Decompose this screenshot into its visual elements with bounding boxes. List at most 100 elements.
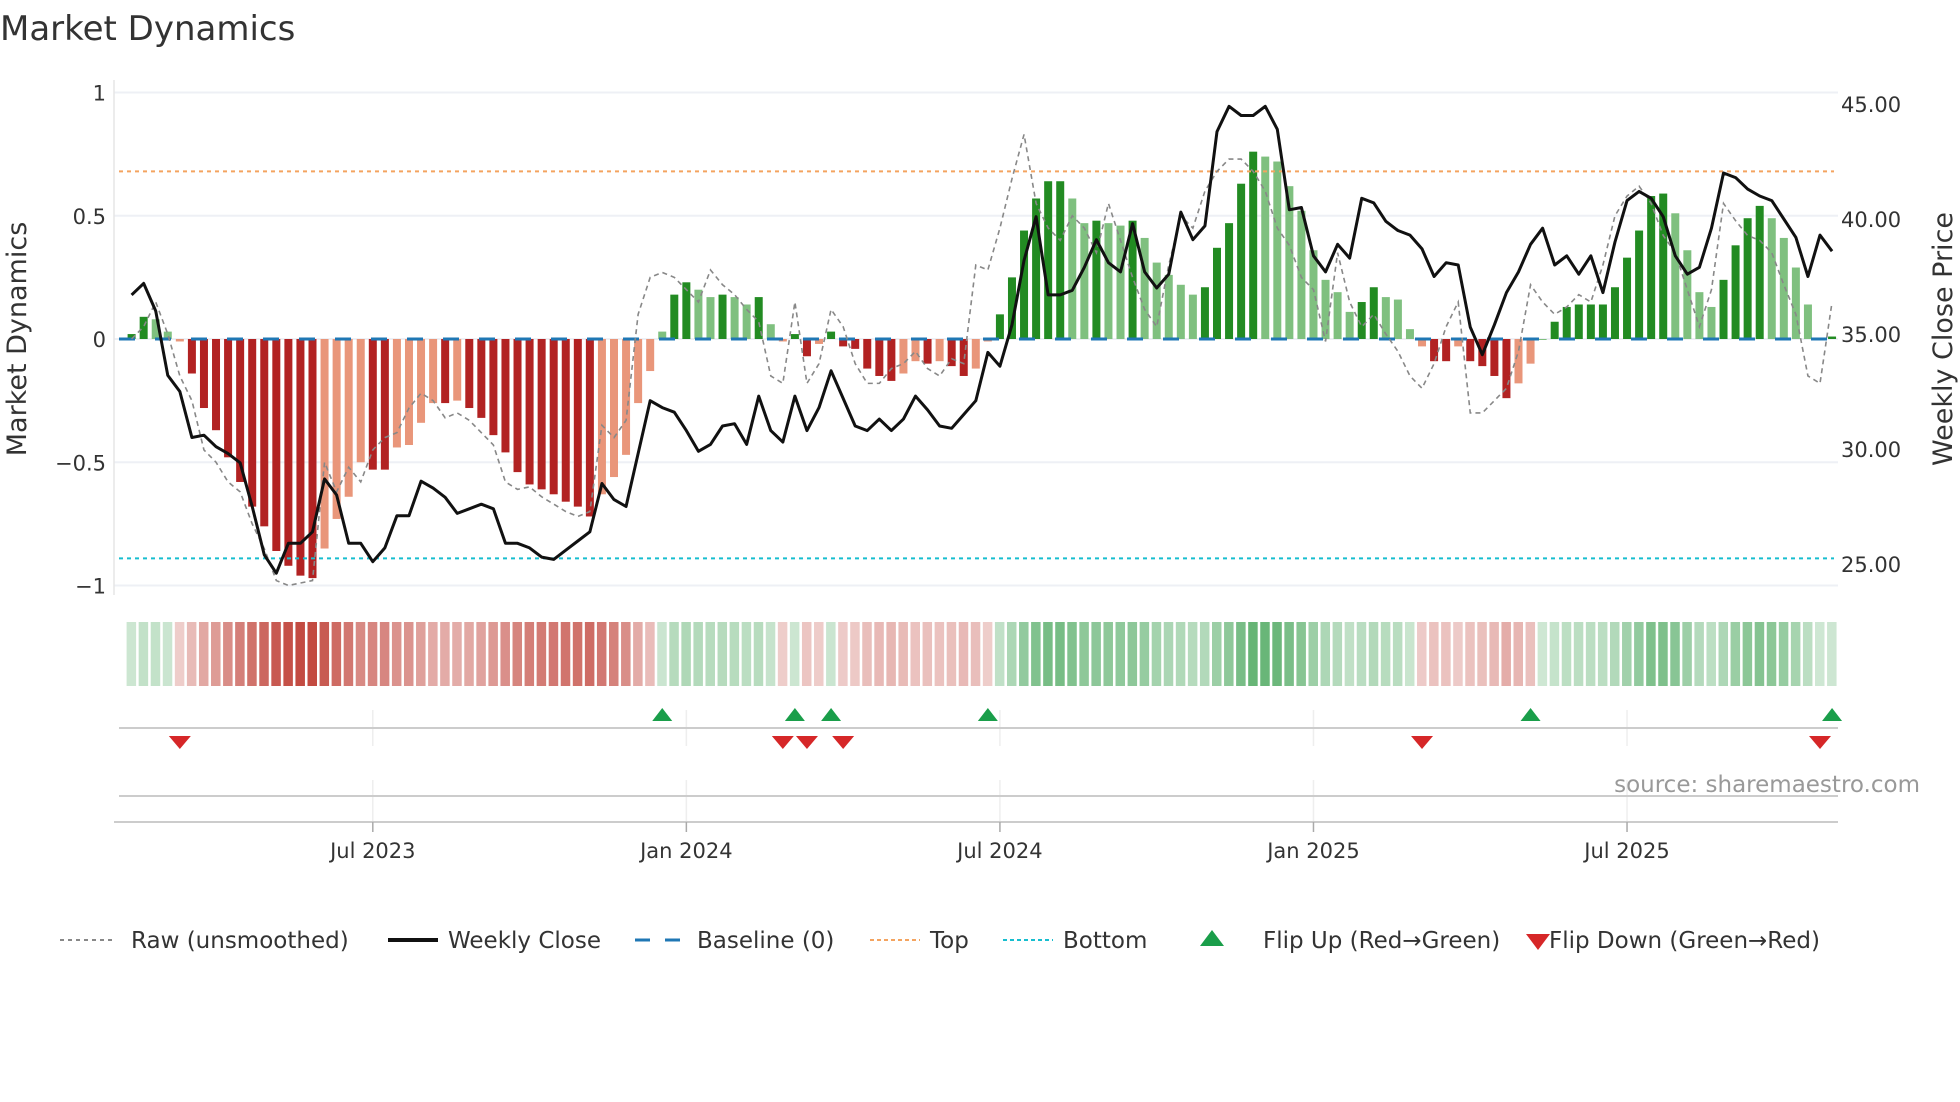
- dynamics-bar: [1393, 299, 1402, 339]
- dynamics-bar: [175, 339, 184, 342]
- heat-strip-cell: [548, 622, 559, 686]
- dynamics-bar: [308, 339, 317, 579]
- heat-strip-cell: [1224, 622, 1234, 686]
- dynamics-bar: [392, 339, 401, 448]
- heat-strip-cell: [1151, 622, 1162, 686]
- heat-strip-cell: [1754, 622, 1765, 686]
- heat-strip-cell: [862, 622, 872, 686]
- heat-strip-cell: [886, 622, 896, 686]
- heat-strip-cell: [1067, 622, 1077, 686]
- heat-strip-cell: [633, 622, 643, 686]
- heat-strip-cell: [753, 622, 764, 686]
- heat-strip-cell: [729, 622, 740, 686]
- heat-strip-cell: [1055, 622, 1065, 686]
- dynamics-bar: [1249, 151, 1258, 339]
- heat-strip-cell: [826, 622, 836, 686]
- heat-strip-cell: [1163, 622, 1174, 686]
- dynamics-bar: [187, 339, 196, 374]
- heat-strip-cell: [584, 622, 595, 686]
- left-tick-label: 1: [93, 82, 106, 106]
- heat-strip-cell: [693, 622, 703, 686]
- legend-label: Weekly Close: [448, 928, 601, 954]
- dynamics-bar: [1345, 311, 1354, 339]
- heat-strip-cell: [1380, 622, 1391, 686]
- dynamics-bar: [1586, 304, 1595, 339]
- left-tick-label: −1: [75, 575, 106, 599]
- heat-strip-cell: [1802, 622, 1813, 686]
- heat-strip-cell: [211, 622, 221, 686]
- x-tick-label: Jul 2024: [955, 839, 1042, 863]
- heat-strip-cell: [1453, 622, 1463, 686]
- dynamics-bar: [212, 339, 221, 431]
- heat-strip-cell: [1561, 622, 1572, 686]
- right-tick-label: 25.00: [1841, 553, 1901, 577]
- heat-strip-cell: [801, 622, 812, 686]
- heat-strip-cell: [343, 622, 354, 686]
- dynamics-bar: [417, 339, 426, 423]
- heat-strip-cell: [524, 622, 535, 686]
- dynamics-bar: [561, 339, 570, 502]
- heat-strip-cell: [741, 622, 752, 686]
- dynamics-bar: [1297, 210, 1306, 339]
- heat-strip-cell: [982, 622, 993, 686]
- dynamics-bar: [1514, 339, 1523, 384]
- heat-strip-cell: [669, 622, 679, 686]
- dynamics-bar: [1610, 287, 1619, 339]
- heat-strip-cell: [174, 622, 185, 686]
- flip-down-marker: [795, 736, 818, 749]
- flip-down-marker: [771, 736, 794, 749]
- dynamics-bar: [1164, 274, 1173, 339]
- dynamics-bar: [1309, 250, 1318, 339]
- heat-strip-cell: [1597, 622, 1608, 686]
- heat-strip-cell: [874, 622, 884, 686]
- dynamics-bar: [995, 314, 1004, 339]
- heat-strip-cell: [416, 622, 426, 686]
- dynamics-bar: [199, 339, 208, 409]
- heat-strip-cell: [1417, 622, 1427, 686]
- dynamics-bar: [1707, 306, 1716, 339]
- heat-strip-cell: [946, 622, 957, 686]
- heat-strip-cell: [958, 622, 969, 686]
- heat-strip-cell: [898, 622, 908, 686]
- flip-up-marker: [1822, 708, 1843, 721]
- heat-strip-cell: [1730, 622, 1741, 686]
- heat-strip-cell: [379, 622, 390, 686]
- heat-strip-cell: [476, 622, 486, 686]
- dynamics-bar: [1068, 198, 1077, 339]
- heat-strip-cell: [283, 622, 293, 686]
- dynamics-bar: [465, 339, 474, 409]
- dynamics-bar: [694, 289, 703, 339]
- heat-strip-cell: [367, 622, 378, 686]
- dynamics-bar: [1767, 218, 1776, 339]
- heat-strip-cell: [235, 622, 245, 686]
- dynamics-bar: [790, 334, 799, 339]
- heat-strip-cell: [1501, 622, 1511, 686]
- flip-up-marker: [821, 708, 842, 721]
- flip-down-marker: [1411, 736, 1434, 749]
- heat-strip-cell: [1103, 622, 1113, 686]
- right-axis-label: Weekly Close Price: [1928, 212, 1959, 466]
- dynamics-bar: [260, 339, 269, 527]
- legend-flip-down-icon: [1526, 934, 1550, 950]
- heat-strip-cell: [705, 622, 715, 686]
- heat-strip-cell: [271, 622, 281, 686]
- heat-strip-cell: [1513, 622, 1523, 686]
- dynamics-bar: [525, 339, 534, 485]
- right-axis-ticks: 45.00 40.00 35.00 30.00 25.00: [1841, 93, 1901, 577]
- dynamics-bar: [1538, 339, 1547, 340]
- heat-strip-cell: [319, 622, 330, 686]
- heat-strip-cell: [850, 622, 860, 686]
- dynamics-bar: [429, 339, 438, 404]
- heat-strip-cell: [1646, 622, 1656, 686]
- heat-strip-cell: [1019, 622, 1029, 686]
- heat-strip-cell: [1199, 622, 1210, 686]
- heat-strip-cell: [1392, 622, 1403, 686]
- heat-strip-cell: [428, 622, 438, 686]
- dynamics-bar: [1188, 294, 1197, 339]
- heat-strip-cell: [512, 622, 523, 686]
- heat-strip-cell: [789, 622, 800, 686]
- dynamics-bar: [923, 339, 932, 364]
- heat-strip-cell: [1682, 622, 1692, 686]
- heat-strip-cell: [150, 622, 161, 686]
- heat-strip-cell: [994, 622, 1005, 686]
